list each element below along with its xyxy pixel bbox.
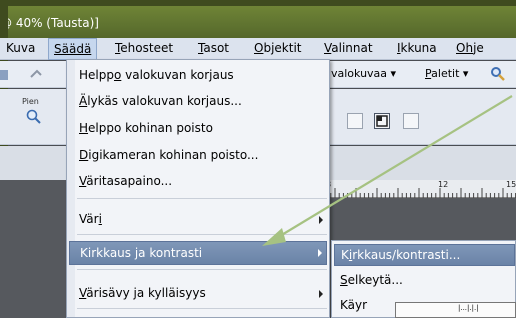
ruler-label-12: 12 — [438, 180, 449, 189]
menu-item-color-balance[interactable]: Väritasapaino... — [79, 174, 172, 188]
submenu-item-brightness-contrast[interactable]: Kirkkaus/kontrasti... — [334, 244, 515, 266]
photo-dropdown[interactable]: valokuvaa ▾ — [331, 67, 396, 80]
menu-bar: Kuva Säädä Tehosteet Tasot Objektit Vali… — [0, 38, 516, 60]
adjust-menu: Helppo valokuvan korjaus Älykäs valokuva… — [66, 59, 330, 318]
search-icon[interactable] — [490, 66, 506, 82]
overlay-ruler-fragment: |...|.|.| — [395, 302, 516, 318]
menu-item-hue-saturation[interactable]: Värisävy ja kylläisyys — [79, 286, 206, 300]
menu-item-quick-fix[interactable]: Helppo valokuvan korjaus — [79, 68, 234, 82]
menu-separator — [77, 308, 327, 309]
horizontal-ruler: 8 12 15 — [312, 180, 516, 198]
view-option-3-button[interactable] — [403, 113, 419, 129]
palettes-dropdown[interactable]: Paletit ▾ — [425, 67, 468, 80]
submenu-item-brightness-contrast-label: Kirkkaus/kontrasti... — [341, 248, 461, 262]
submenu-item-clarify[interactable]: Selkeytä... — [340, 273, 403, 287]
window-title: @ 40% (Tausta)] — [0, 16, 99, 30]
submenu-arrow-icon — [318, 249, 322, 257]
menu-valinnat[interactable]: Valinnat — [324, 41, 373, 55]
menu-gutter — [67, 60, 75, 317]
submenu-arrow-icon — [319, 216, 323, 224]
menu-item-camera-noise-removal[interactable]: Digikameran kohinan poisto... — [79, 148, 258, 162]
menu-item-brightness-contrast-label: Kirkkaus ja kontrasti — [80, 246, 203, 260]
fit-window-icon — [376, 115, 388, 127]
menu-kuva[interactable]: Kuva — [6, 41, 35, 55]
menu-separator — [77, 269, 327, 270]
menu-separator — [77, 234, 327, 235]
menu-saada[interactable]: Säädä — [48, 38, 98, 60]
zoom-icon[interactable] — [26, 109, 42, 125]
menu-item-quick-noise-removal[interactable]: Helppo kohinan poisto — [79, 121, 213, 135]
menu-item-brightness-contrast[interactable]: Kirkkaus ja kontrasti — [69, 241, 327, 265]
menu-item-smart-fix[interactable]: Älykäs valokuvan korjaus... — [79, 94, 242, 108]
view-option-1-button[interactable] — [347, 113, 363, 129]
menu-separator — [77, 198, 327, 199]
menu-ohje[interactable]: Ohje — [456, 41, 484, 55]
submenu-item-curves[interactable]: Käyr — [340, 298, 367, 312]
toolbar-icon-left[interactable] — [0, 67, 16, 83]
submenu-arrow-icon — [319, 290, 323, 298]
overlay-ruler-mark: |...|.|.| — [458, 304, 479, 312]
ruler-label-15: 15 — [506, 180, 516, 189]
menu-ikkuna[interactable]: Ikkuna — [397, 41, 437, 55]
undo-icon[interactable] — [28, 67, 44, 83]
view-option-2-button[interactable] — [374, 113, 390, 129]
menu-tehosteet[interactable]: Tehosteet — [115, 41, 173, 55]
menu-tasot[interactable]: Tasot — [198, 41, 229, 55]
menu-item-color[interactable]: Väri — [79, 212, 102, 226]
menu-objektit[interactable]: Objektit — [254, 41, 301, 55]
ruler-ticks — [313, 188, 516, 198]
small-size-label: Pien — [22, 97, 39, 106]
title-bar: @ 40% (Tausta)] — [0, 6, 516, 38]
